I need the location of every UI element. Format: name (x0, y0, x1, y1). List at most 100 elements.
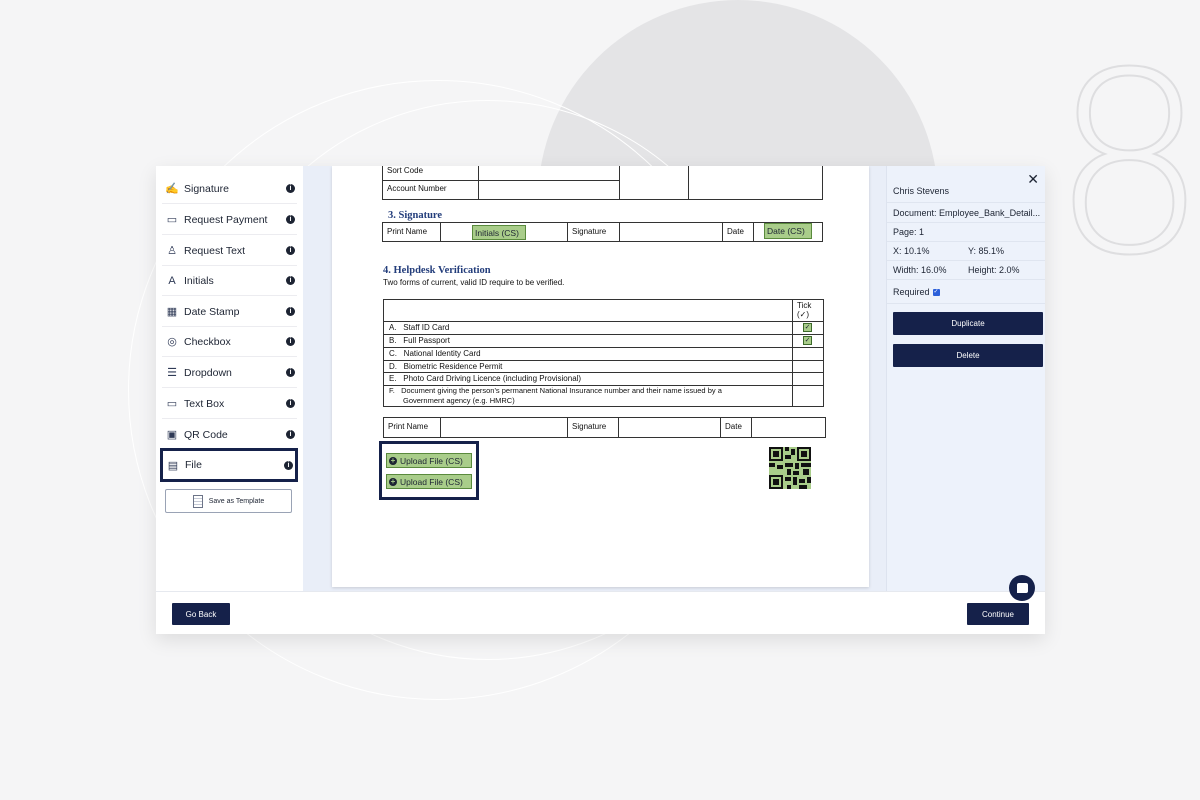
signature-icon: ✍ (165, 183, 179, 195)
info-icon[interactable]: i (286, 246, 295, 255)
date-label: Date (727, 227, 744, 236)
selected-field-outline (379, 441, 479, 500)
required-checkbox[interactable]: ✓ (932, 288, 940, 296)
info-icon[interactable]: i (284, 460, 293, 470)
info-icon[interactable]: i (286, 215, 295, 224)
field-tools-sidebar: ✍ Signature i ▭ Request Payment i ♙ Requ… (156, 166, 303, 591)
tool-label: Date Stamp (184, 305, 240, 318)
table-border (382, 180, 619, 181)
sort-code-label: Sort Code (387, 166, 424, 175)
upload-file-field[interactable]: + Upload File (CS) (386, 453, 472, 468)
upload-file-label: Upload File (CS) (400, 455, 463, 466)
field-width: Width: 16.0% (893, 265, 947, 275)
table-border (440, 222, 441, 242)
tool-initials[interactable]: A Initials i (162, 266, 297, 296)
table-border (382, 222, 823, 223)
table-border (822, 166, 823, 199)
tool-dropdown[interactable]: ☰ Dropdown i (162, 358, 297, 388)
tool-label: QR Code (184, 428, 228, 441)
tool-request-text[interactable]: ♙ Request Text i (162, 236, 297, 266)
signature-label: Signature (572, 227, 607, 236)
section-signature-heading: 3. Signature (388, 210, 443, 221)
tool-label: File (185, 459, 202, 471)
info-icon[interactable]: i (286, 307, 295, 316)
helpdesk-signature-label: Signature (572, 422, 607, 431)
table-border (567, 222, 568, 242)
id-row-label-continued: Government agency (e.g. HMRC) (403, 396, 515, 405)
tool-request-payment[interactable]: ▭ Request Payment i (162, 205, 297, 235)
required-toggle[interactable]: Required ✓ (893, 287, 940, 297)
tool-label: Signature (184, 182, 229, 195)
table-border (383, 417, 384, 438)
table-border (567, 417, 568, 438)
table-border (825, 417, 826, 438)
tool-signature[interactable]: ✍ Signature i (162, 174, 297, 204)
delete-button[interactable]: Delete (893, 344, 1043, 367)
info-icon[interactable]: i (286, 337, 295, 346)
document-icon (192, 494, 203, 508)
initials-field[interactable]: Initials (CS) (472, 225, 526, 240)
background-step-number: 8 (1049, 19, 1200, 310)
close-icon[interactable]: ✕ (1027, 171, 1039, 188)
tool-date-stamp[interactable]: ▦ Date Stamp i (162, 297, 297, 327)
table-border (823, 299, 824, 407)
date-field[interactable]: Date (CS) (764, 223, 812, 239)
upload-file-label: Upload File (CS) (400, 476, 463, 487)
table-border (383, 334, 824, 335)
table-border (618, 417, 619, 438)
info-icon[interactable]: i (286, 430, 295, 439)
divider (887, 303, 1045, 304)
table-border (619, 166, 620, 199)
info-icon[interactable]: i (286, 399, 295, 408)
initials-icon: A (168, 274, 176, 287)
table-border (619, 222, 620, 242)
table-border (382, 166, 383, 199)
table-border (383, 437, 826, 438)
table-border (383, 321, 824, 322)
duplicate-button[interactable]: Duplicate (893, 312, 1043, 335)
save-as-template-button[interactable]: Save as Template (165, 489, 292, 513)
document-name: Document: Employee_Bank_Detail... (893, 208, 1041, 218)
tool-text-box[interactable]: ▭ Text Box i (162, 389, 297, 419)
tick-symbol: (✓) (797, 310, 810, 319)
payment-card-icon: ▭ (166, 214, 178, 226)
table-border (383, 299, 824, 300)
plus-circle-icon: + (389, 476, 397, 486)
tool-label: Text Box (184, 397, 225, 410)
table-border (383, 360, 824, 361)
table-border (382, 241, 823, 242)
tool-qr-code[interactable]: ▣ QR Code i (162, 420, 297, 450)
table-border (722, 222, 723, 242)
id-row-label: C. National Identity Card (389, 349, 481, 358)
print-name-label: Print Name (387, 227, 428, 236)
file-icon: ▤ (167, 459, 179, 472)
info-icon[interactable]: i (286, 184, 295, 193)
id-row-label: E. Photo Card Driving Licence (including… (389, 374, 582, 383)
table-border (478, 166, 479, 199)
go-back-button[interactable]: Go Back (172, 603, 230, 625)
section-helpdesk-heading: 4. Helpdesk Verification (383, 265, 491, 276)
save-as-template-label: Save as Template (208, 497, 265, 505)
info-icon[interactable]: i (286, 368, 295, 377)
chat-launcher-button[interactable] (1009, 575, 1035, 601)
tool-checkbox[interactable]: ◎ Checkbox i (162, 327, 297, 357)
tool-file[interactable]: ▤ File i (160, 448, 298, 482)
document-canvas: Sort Code Account Number 3. Signature Pr… (303, 166, 886, 591)
passport-checkbox[interactable]: ✓ (803, 336, 812, 345)
plus-circle-icon: + (389, 455, 397, 465)
tool-label: Checkbox (184, 335, 231, 348)
tool-label: Dropdown (184, 366, 232, 379)
field-properties-panel: ✕ Chris Stevens Document: Employee_Bank_… (886, 166, 1045, 591)
field-y-position: Y: 85.1% (968, 246, 1005, 256)
editor-window: ✍ Signature i ▭ Request Payment i ♙ Requ… (156, 166, 1045, 634)
table-border (383, 299, 384, 407)
info-icon[interactable]: i (286, 276, 295, 285)
staff-id-checkbox[interactable]: ✓ (803, 323, 812, 332)
field-x-position: X: 10.1% (893, 246, 930, 256)
helpdesk-date-label: Date (725, 422, 742, 431)
id-row-label: B. Full Passport (389, 336, 450, 345)
request-text-icon: ♙ (167, 245, 177, 257)
upload-file-field[interactable]: + Upload File (CS) (386, 474, 472, 489)
qr-code-image[interactable] (769, 447, 811, 489)
continue-button[interactable]: Continue (967, 603, 1029, 625)
